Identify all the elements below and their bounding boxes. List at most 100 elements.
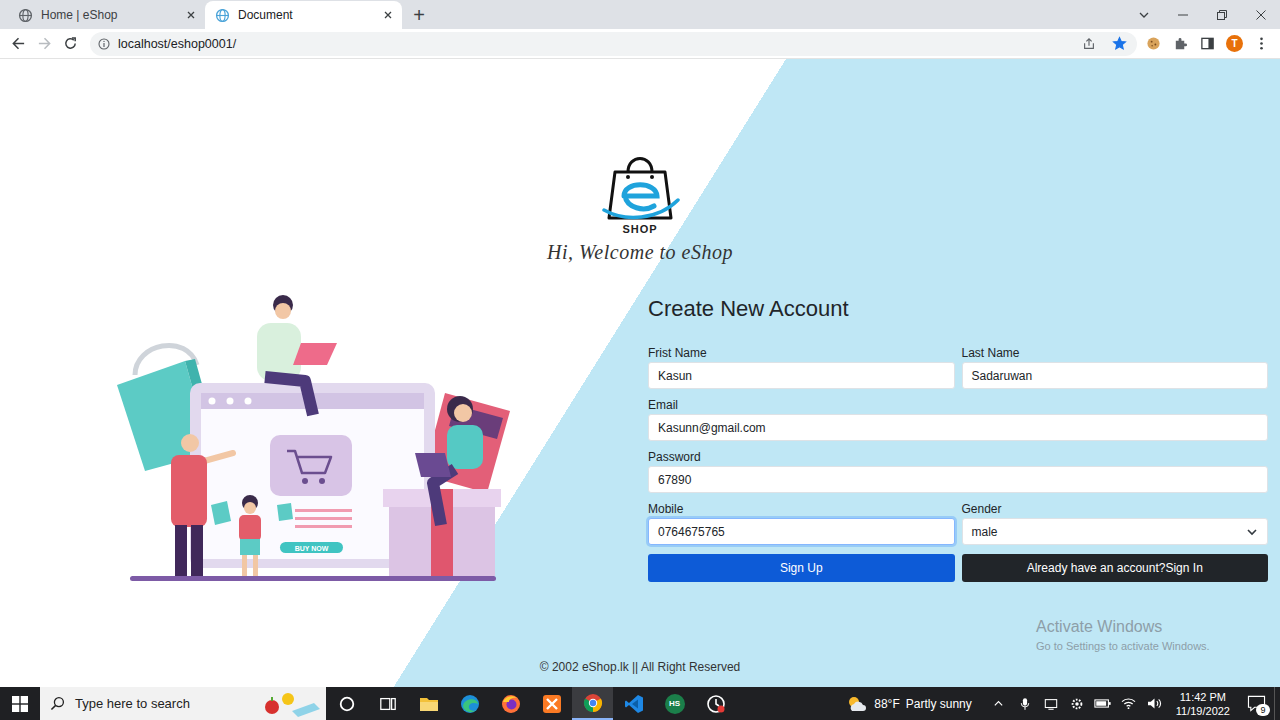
wifi-icon <box>1121 697 1136 710</box>
browser-tab[interactable]: Home | eShop <box>8 1 205 29</box>
restore-icon <box>1216 9 1228 21</box>
restore-button[interactable] <box>1202 0 1241 29</box>
menu-button[interactable] <box>1248 31 1275 57</box>
field-label: Last Name <box>962 346 1269 360</box>
text-input[interactable]: Kasunn@gmail.com <box>648 414 1268 441</box>
hs-app-icon: HS <box>665 694 685 714</box>
field-label: Email <box>648 398 1268 412</box>
notifications-button[interactable]: 9 <box>1238 687 1274 720</box>
vscode-taskbar-button[interactable] <box>613 687 654 720</box>
input-value: Sadaruwan <box>972 369 1033 383</box>
show-hidden-icons-button[interactable] <box>986 687 1012 720</box>
sign-up-button[interactable]: Sign Up <box>648 554 955 582</box>
clock-taskbar-button[interactable] <box>695 687 736 720</box>
battery-button[interactable] <box>1090 687 1116 720</box>
form-buttons: Sign UpAlready have an account?Sign In <box>648 554 1268 582</box>
side-panel-button[interactable] <box>1194 31 1221 57</box>
gender-select[interactable]: male <box>962 518 1269 545</box>
back-arrow-icon <box>11 36 26 51</box>
hs-taskbar-button[interactable]: HS <box>654 687 695 720</box>
close-icon[interactable] <box>383 10 393 20</box>
logo-text: SHOP <box>622 222 657 236</box>
new-tab-button[interactable]: + <box>402 1 436 29</box>
form-field: Last Name Sadaruwan <box>962 346 1269 389</box>
vscode-icon <box>624 694 644 714</box>
gear-icon <box>1070 697 1084 711</box>
buy-now-badge <box>280 542 343 553</box>
volume-button[interactable] <box>1142 687 1168 720</box>
taskbar-clock[interactable]: 11:42 PM11/19/2022 <box>1168 690 1238 718</box>
xampp-taskbar-button[interactable] <box>531 687 572 720</box>
tab-bar: Home | eShopDocument+ <box>0 0 1280 29</box>
form-field: Frist NameKasun <box>648 346 955 389</box>
field-label: Password <box>648 450 1268 464</box>
address-text: localhost/eshop0001/ <box>118 37 236 51</box>
xampp-icon <box>542 694 562 714</box>
firefox-icon <box>501 694 521 714</box>
security-button[interactable] <box>1038 687 1064 720</box>
profile-button[interactable]: T <box>1221 31 1248 57</box>
weather-widget[interactable]: 88°F Partly sunny <box>840 695 986 713</box>
text-input[interactable]: 67890 <box>648 466 1268 493</box>
caret-up-icon <box>993 698 1004 709</box>
watermark-subtitle: Go to Settings to activate Windows. <box>1036 639 1210 654</box>
weather-condition: Partly sunny <box>906 697 972 711</box>
form-row: Frist NameKasun Last Name Sadaruwan <box>648 346 1268 389</box>
close-icon <box>1255 9 1267 21</box>
form-row: Password 67890 <box>648 450 1268 493</box>
show-desktop-button[interactable] <box>1274 687 1280 720</box>
globe-icon <box>215 8 230 23</box>
windows-logo-icon <box>12 696 28 712</box>
cookie-icon <box>1146 36 1161 51</box>
address-bar[interactable]: localhost/eshop0001/ <box>90 32 1137 56</box>
clock-app-icon <box>706 694 726 714</box>
chrome-taskbar-button[interactable] <box>572 687 613 720</box>
buy-now-text: BUY NOW <box>295 545 329 552</box>
start-button[interactable] <box>0 687 40 720</box>
bookmark-star-icon[interactable] <box>1112 36 1127 51</box>
text-input[interactable]: Sadaruwan <box>962 362 1269 389</box>
browser-tab[interactable]: Document <box>205 1 402 29</box>
form-field: Email Kasunn@gmail.com <box>648 398 1268 441</box>
edge-browser-icon <box>460 694 480 714</box>
tab-search-button[interactable] <box>1124 0 1163 29</box>
sign-in-button[interactable]: Already have an account?Sign In <box>962 554 1269 582</box>
reload-icon <box>63 36 78 51</box>
reload-button[interactable] <box>57 31 83 57</box>
search-highlight-icon <box>262 691 322 717</box>
watermark-title: Activate Windows <box>1036 617 1210 637</box>
more-dots-icon <box>1254 36 1269 51</box>
speaker-icon <box>1147 697 1162 710</box>
explorer-taskbar-button[interactable] <box>408 687 449 720</box>
close-window-button[interactable] <box>1241 0 1280 29</box>
form-field: Mobile 0764675765 <box>648 502 955 545</box>
microphone-button[interactable] <box>1012 687 1038 720</box>
form-title: Create New Account <box>648 293 1268 322</box>
man-standing-figure <box>171 434 233 577</box>
extensions-button[interactable] <box>1167 31 1194 57</box>
wifi-button[interactable] <box>1116 687 1142 720</box>
back-button[interactable] <box>5 31 31 57</box>
share-icon[interactable] <box>1082 37 1096 51</box>
chevron-down-icon <box>1138 9 1150 21</box>
edge-taskbar-button[interactable] <box>449 687 490 720</box>
taskview-taskbar-button[interactable] <box>367 687 408 720</box>
cortana-circle-icon <box>338 695 356 713</box>
minimize-button[interactable] <box>1163 0 1202 29</box>
screen-icon <box>1044 697 1058 711</box>
clock-time: 11:42 PM <box>1180 690 1226 704</box>
text-input[interactable]: Kasun <box>648 362 955 389</box>
woman-figure <box>415 396 483 525</box>
forward-arrow-icon <box>37 36 52 51</box>
text-input[interactable]: 0764675765 <box>648 518 955 545</box>
chevron-down-icon <box>1246 526 1258 538</box>
cortana-taskbar-button[interactable] <box>326 687 367 720</box>
field-label: Mobile <box>648 502 955 516</box>
cookie-extension-button[interactable] <box>1140 31 1167 57</box>
weather-temperature: 88°F <box>874 697 899 711</box>
taskbar-search[interactable]: Type here to search <box>40 687 326 720</box>
app-tray-button[interactable] <box>1064 687 1090 720</box>
close-icon[interactable] <box>186 10 196 20</box>
system-tray: 88°F Partly sunny 11:42 PM11/19/20229 <box>840 687 1280 720</box>
firefox-taskbar-button[interactable] <box>490 687 531 720</box>
